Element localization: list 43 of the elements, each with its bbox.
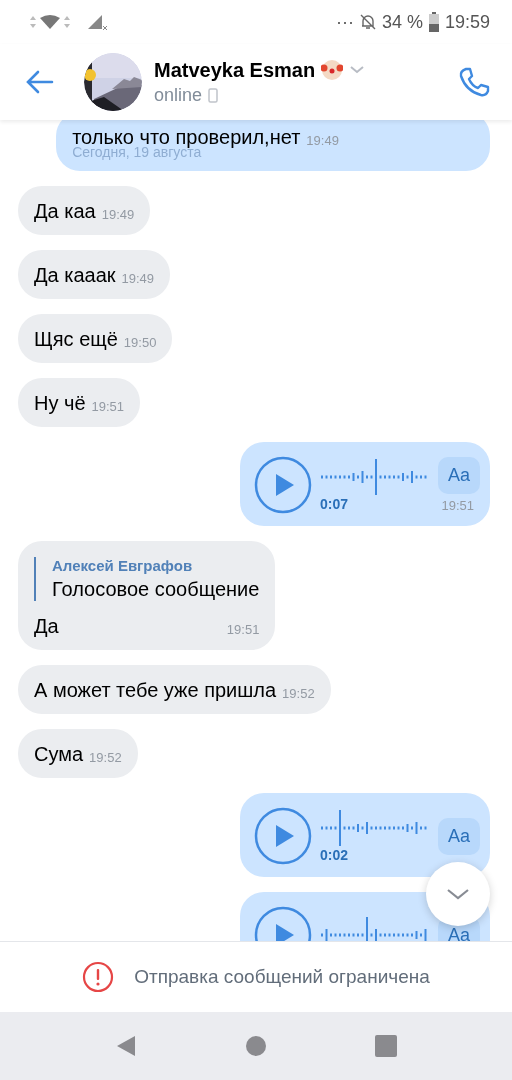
message-time: 19:52 [282, 686, 315, 701]
voice-duration: 0:07 [319, 496, 349, 512]
quote-author: Алексей Евграфов [52, 557, 194, 574]
message-time: 19:51 [226, 622, 260, 637]
message-time: 19:52 [89, 750, 122, 765]
chevron-down-icon [445, 887, 471, 901]
message-text: Да [34, 615, 59, 638]
message-time: 19:51 [91, 399, 125, 414]
play-button[interactable] [253, 807, 312, 865]
message-time: 19:49 [306, 133, 339, 148]
muted-bell-icon [359, 13, 376, 31]
chevron-down-icon[interactable] [349, 65, 366, 75]
voice-duration: 0:02 [319, 847, 349, 863]
back-nav-icon[interactable] [115, 1034, 137, 1058]
message-text: Ну чё [34, 392, 86, 415]
message-text: Да кааак [34, 264, 116, 287]
message-time: 19:50 [123, 335, 157, 350]
warning-icon [82, 961, 115, 993]
battery-icon [428, 12, 439, 32]
message-text: Сума [34, 743, 84, 766]
message-text: Щяс ещё [34, 328, 118, 351]
phone-icon [208, 87, 219, 103]
restriction-notice: Отправка сообщений ограничена [134, 966, 430, 988]
quote-text: Голосовое сообщение [52, 578, 260, 601]
call-icon[interactable] [458, 66, 490, 98]
message-text: А может тебе уже пришла [34, 679, 277, 702]
more-indicator: ··· [335, 11, 354, 33]
message-time: 19:49 [101, 207, 135, 222]
message-text: Да каа [34, 200, 96, 223]
transcribe-button[interactable]: Aa [437, 456, 480, 494]
clown-emoji-icon [321, 59, 344, 81]
play-button[interactable] [253, 456, 312, 514]
online-status: online [154, 84, 203, 106]
transcribe-button[interactable]: Aa [437, 817, 480, 855]
battery-level: 34 % [381, 11, 423, 33]
clock: 19:59 [444, 11, 490, 33]
home-nav-icon[interactable] [245, 1035, 267, 1057]
back-arrow-icon[interactable] [26, 70, 54, 94]
message-time: 19:51 [441, 497, 474, 513]
contact-name: Matveyka Esman [154, 58, 316, 82]
quoted-message[interactable]: Алексей Евграфов Голосовое сообщение [34, 557, 260, 601]
signal-icon [86, 13, 108, 31]
message-time: 19:49 [121, 271, 155, 286]
